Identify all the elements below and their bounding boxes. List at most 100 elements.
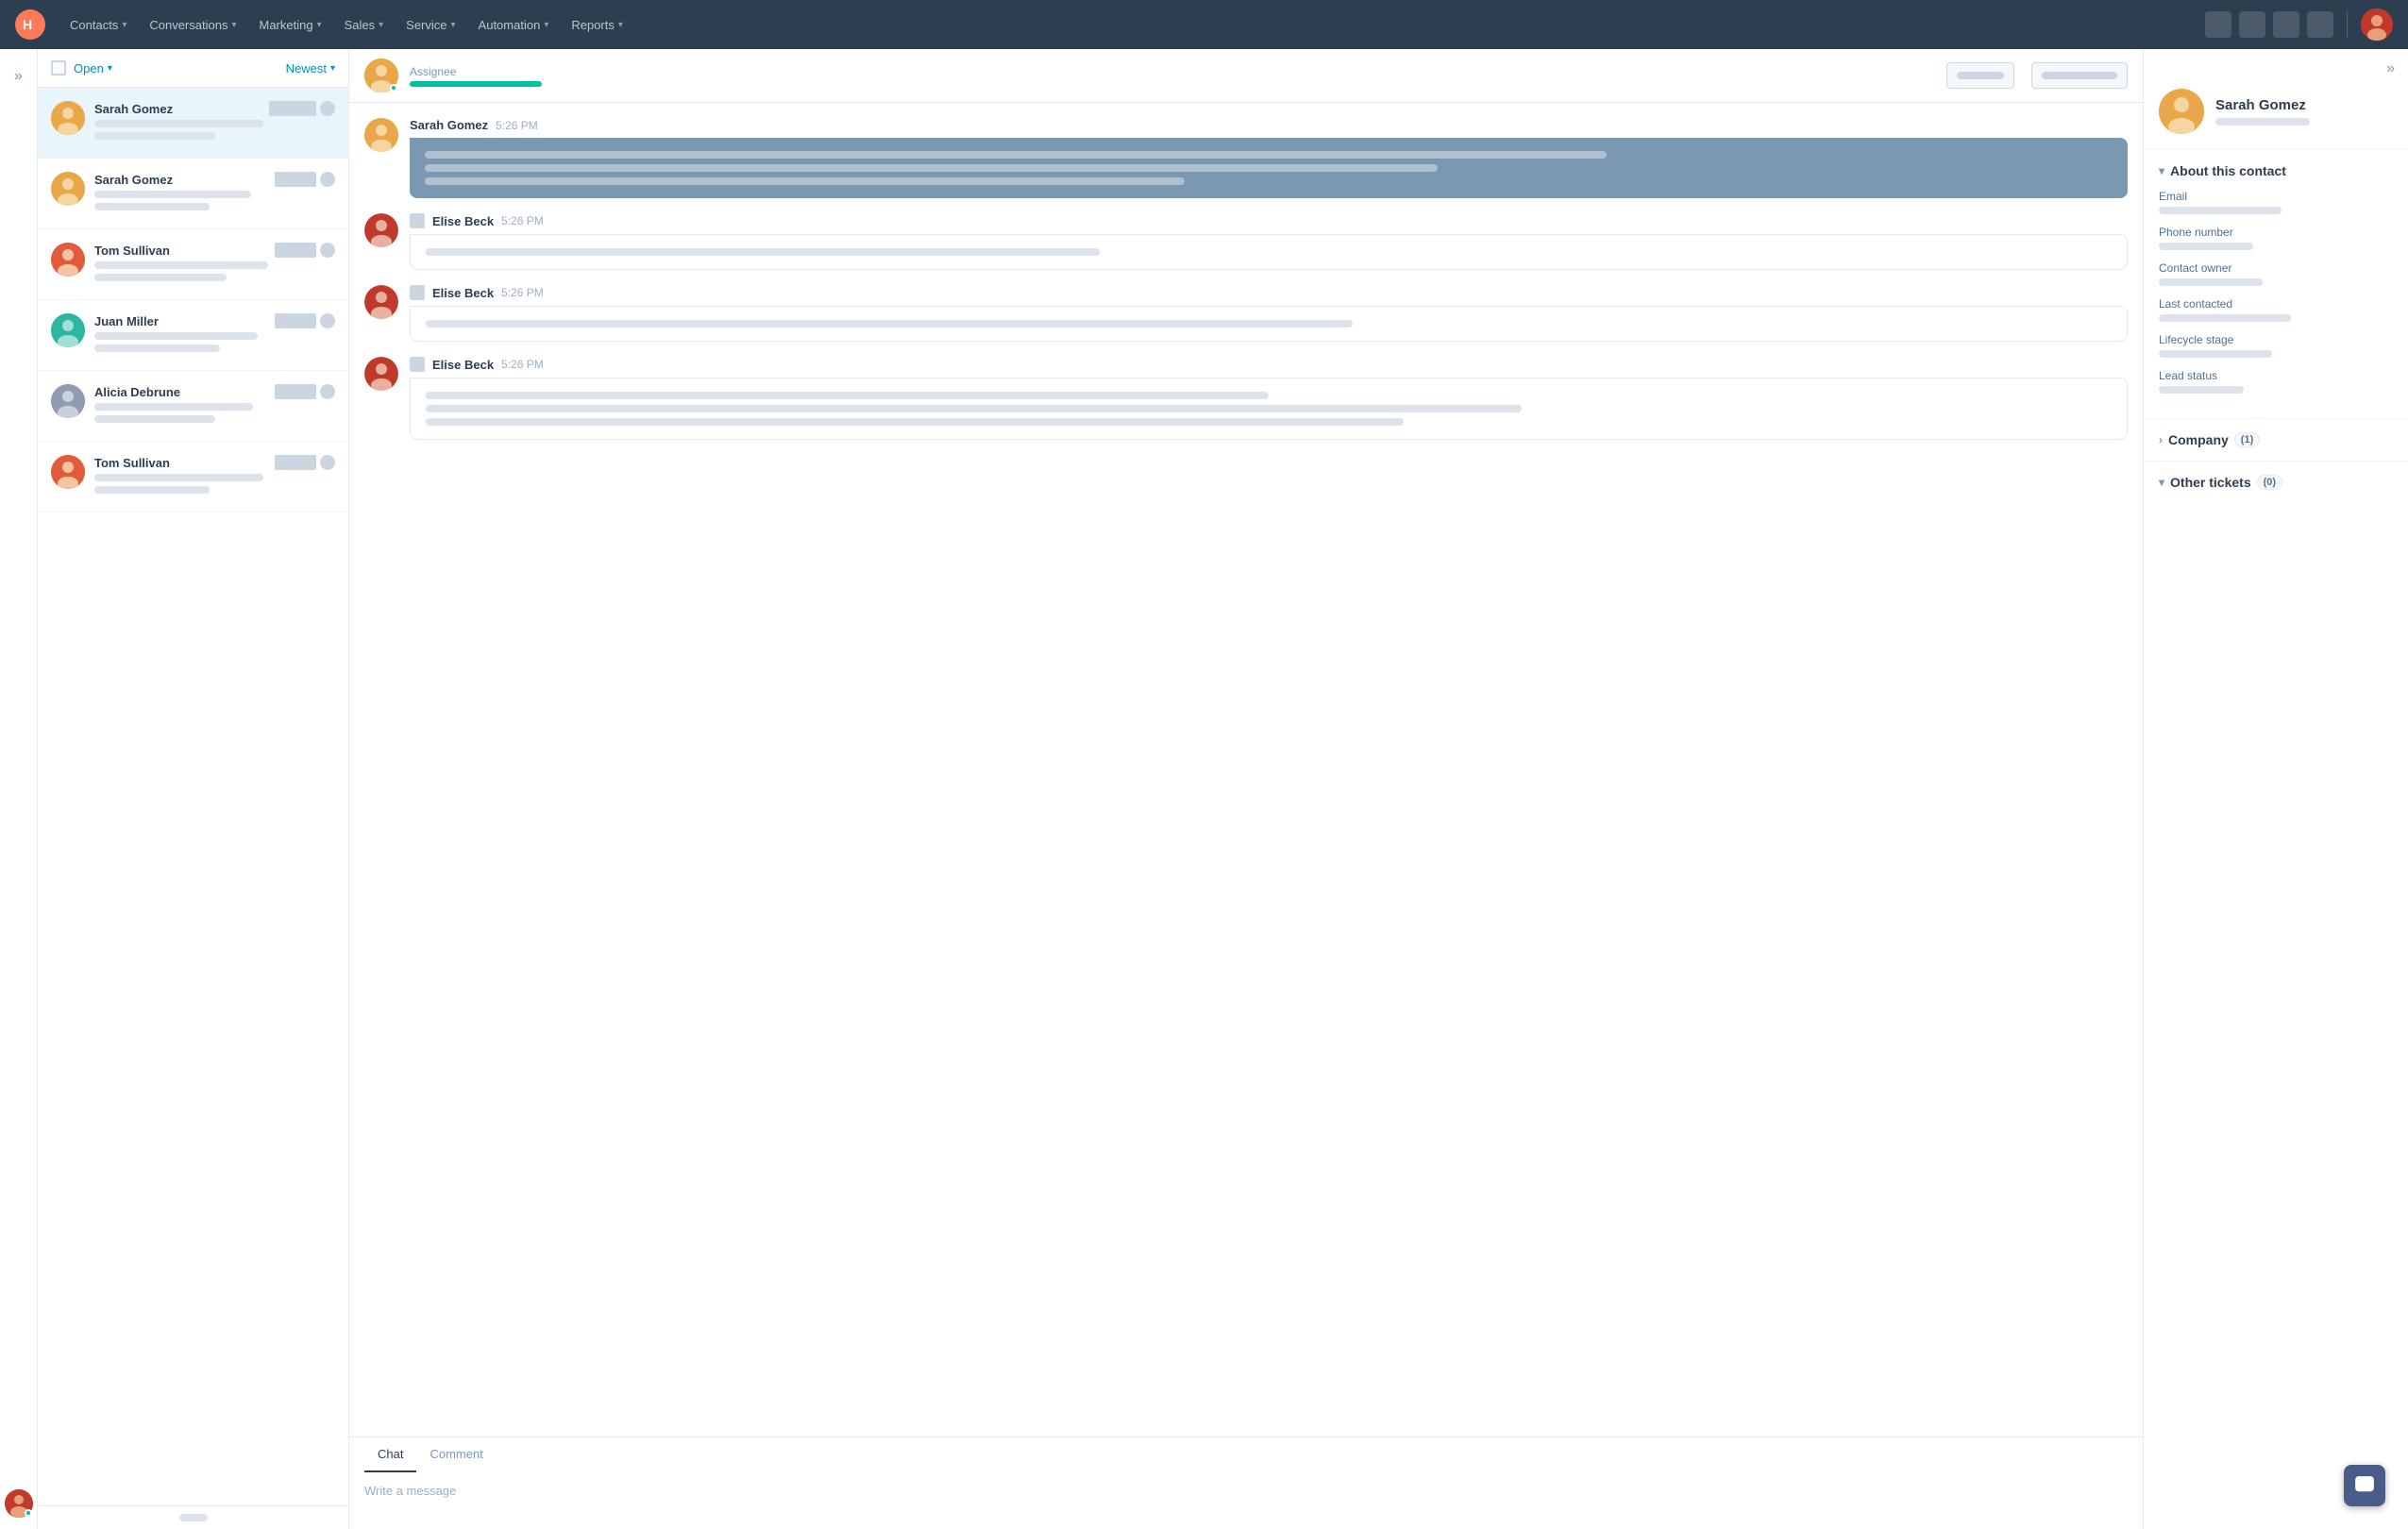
nav-service[interactable]: Service ▾ xyxy=(396,12,464,38)
nav-conversations[interactable]: Conversations ▾ xyxy=(140,12,245,38)
message-content: Sarah Gomez 5:26 PM xyxy=(410,118,2128,198)
conv-preview-line xyxy=(94,403,253,411)
chevron-down-icon: ▾ xyxy=(108,63,112,74)
btn-label-bar xyxy=(1957,72,2004,79)
field-lead-status: Lead status xyxy=(2159,369,2393,394)
chat-widget-button[interactable] xyxy=(2344,1465,2385,1506)
collapse-sidebar-button[interactable]: » xyxy=(10,64,26,89)
field-value xyxy=(2159,207,2282,214)
nav-contacts[interactable]: Contacts ▾ xyxy=(60,12,136,38)
message-input[interactable]: Write a message xyxy=(349,1472,2143,1529)
assignee-progress-bar xyxy=(410,81,542,87)
conv-meta xyxy=(275,243,335,258)
message-icon xyxy=(410,357,425,372)
about-section: ▾ About this contact Email Phone number … xyxy=(2144,150,2408,419)
field-contact-owner: Contact owner xyxy=(2159,261,2393,286)
chevron-right-icon: › xyxy=(2159,433,2163,446)
conv-content: Tom Sullivan xyxy=(94,455,335,498)
nav-automation[interactable]: Automation ▾ xyxy=(469,12,559,38)
conv-tag xyxy=(269,101,316,116)
status-filter[interactable]: Open ▾ xyxy=(74,61,112,76)
chevron-down-icon: ▾ xyxy=(544,20,548,30)
tab-chat[interactable]: Chat xyxy=(364,1437,416,1472)
chat-action-button-1[interactable] xyxy=(1946,62,2014,89)
chat-contact-avatar xyxy=(364,59,398,92)
message-bubble xyxy=(410,138,2128,198)
chat-input-area: Chat Comment Write a message xyxy=(349,1437,2143,1529)
main-layout: » Open ▾ Newest ▾ xyxy=(0,49,2408,1529)
message-avatar xyxy=(364,285,398,319)
field-value xyxy=(2159,386,2244,394)
select-all-checkbox[interactable] xyxy=(51,60,66,76)
message-content: Elise Beck 5:26 PM xyxy=(410,213,2128,270)
conv-tag xyxy=(275,313,316,328)
conv-content: Tom Sullivan xyxy=(94,243,335,286)
company-section-header[interactable]: › Company (1) xyxy=(2159,432,2393,447)
conv-list-footer xyxy=(38,1505,348,1529)
conv-content: Alicia Debrune xyxy=(94,384,335,428)
conv-preview-line xyxy=(94,261,268,269)
conv-item[interactable]: Alicia Debrune xyxy=(38,371,348,442)
conv-item[interactable]: Sarah Gomez xyxy=(38,88,348,159)
assignee-info: Assignee xyxy=(410,65,542,87)
nav-notifications-button[interactable] xyxy=(2239,11,2265,38)
message-bubble xyxy=(410,234,2128,270)
collapse-right-panel-button[interactable]: » xyxy=(2144,49,2408,89)
nav-search-button[interactable] xyxy=(2205,11,2231,38)
conversations-list: Open ▾ Newest ▾ xyxy=(38,49,349,1529)
about-section-header[interactable]: ▾ About this contact xyxy=(2159,163,2393,178)
conv-item[interactable]: Juan Miller xyxy=(38,300,348,371)
conv-preview-line xyxy=(94,203,210,210)
conv-tag xyxy=(275,455,316,470)
conv-meta xyxy=(275,384,335,399)
nav-sales[interactable]: Sales ▾ xyxy=(335,12,394,38)
field-phone: Phone number xyxy=(2159,226,2393,250)
conv-item[interactable]: Sarah Gomez xyxy=(38,159,348,229)
field-value xyxy=(2159,350,2272,358)
sort-filter[interactable]: Newest ▾ xyxy=(286,61,335,76)
user-avatar[interactable] xyxy=(2361,8,2393,41)
chat-action-button-2[interactable] xyxy=(2031,62,2128,89)
chat-header: Assignee xyxy=(349,49,2143,103)
field-last-contacted: Last contacted xyxy=(2159,297,2393,322)
field-value xyxy=(2159,278,2263,286)
conv-item[interactable]: Tom Sullivan xyxy=(38,229,348,300)
nav-help-button[interactable] xyxy=(2307,11,2333,38)
conv-dot xyxy=(320,313,335,328)
footer-bar xyxy=(179,1514,208,1521)
conv-preview-line xyxy=(94,344,220,352)
conv-preview-line xyxy=(94,474,263,481)
chevron-down-icon: ▾ xyxy=(618,20,623,30)
nav-settings-button[interactable] xyxy=(2273,11,2299,38)
nav-marketing[interactable]: Marketing ▾ xyxy=(249,12,330,38)
hubspot-logo[interactable]: H xyxy=(15,9,45,40)
other-tickets-header[interactable]: ▾ Other tickets (0) xyxy=(2159,475,2393,490)
avatar xyxy=(51,172,85,206)
nav-divider xyxy=(2347,11,2348,38)
user-status-avatar[interactable] xyxy=(5,1489,33,1518)
conv-preview-line xyxy=(94,415,215,423)
chat-messages: Sarah Gomez 5:26 PM xyxy=(349,103,2143,1437)
conv-preview-line xyxy=(94,191,251,198)
message-bubble xyxy=(410,378,2128,440)
conv-preview-line xyxy=(94,332,258,340)
contact-info: Sarah Gomez xyxy=(2215,97,2310,126)
conv-dot xyxy=(320,243,335,258)
online-indicator xyxy=(390,84,397,92)
message-block: Elise Beck 5:26 PM xyxy=(364,213,2128,270)
conv-dot xyxy=(320,172,335,187)
field-value xyxy=(2159,314,2291,322)
avatar xyxy=(51,313,85,347)
conv-dot xyxy=(320,101,335,116)
conv-list-items: Sarah Gomez xyxy=(38,88,348,1505)
avatar xyxy=(51,101,85,135)
conv-preview-line xyxy=(94,274,227,281)
tab-comment[interactable]: Comment xyxy=(416,1437,496,1472)
conv-preview-line xyxy=(94,120,263,127)
conv-item[interactable]: Tom Sullivan xyxy=(38,442,348,512)
avatar xyxy=(51,455,85,489)
nav-reports[interactable]: Reports ▾ xyxy=(562,12,632,38)
company-section: › Company (1) xyxy=(2144,419,2408,462)
other-tickets-section: ▾ Other tickets (0) xyxy=(2144,462,2408,503)
message-block: Sarah Gomez 5:26 PM xyxy=(364,118,2128,198)
